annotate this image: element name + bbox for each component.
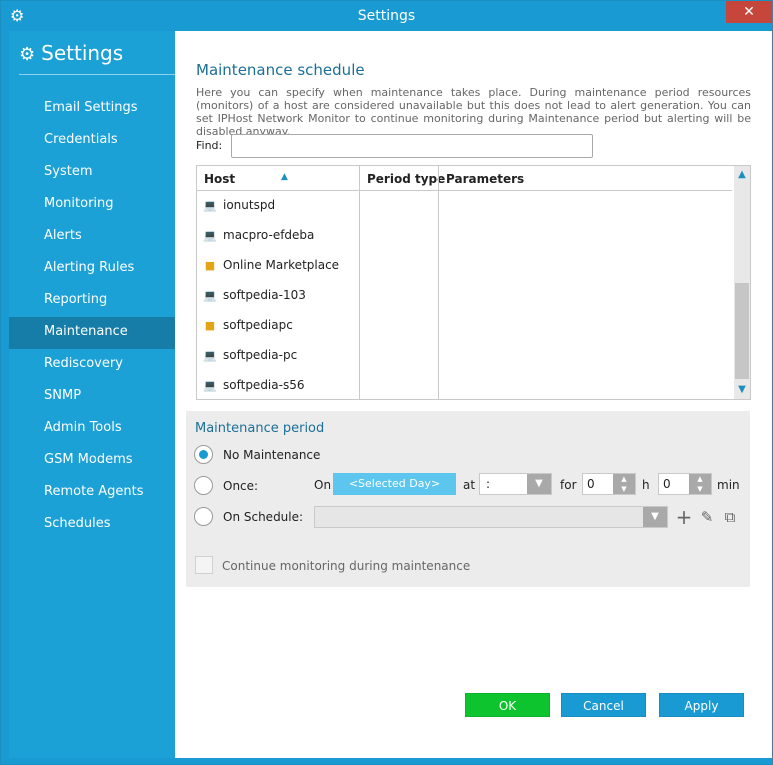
continue-monitoring-checkbox[interactable]	[195, 556, 213, 574]
page-title: Maintenance schedule	[196, 61, 365, 79]
scroll-up-icon[interactable]: ▲	[734, 168, 750, 182]
chevron-down-icon[interactable]: ▼	[643, 507, 667, 527]
radio-once[interactable]	[194, 476, 213, 495]
time-value: :	[486, 477, 491, 491]
radio-no-maintenance[interactable]	[194, 445, 213, 464]
table-row[interactable]: 💻 softpedia-s56	[203, 370, 304, 400]
sidebar-item-alerts[interactable]: Alerts	[9, 221, 175, 253]
selected-day-button[interactable]: <Selected Day>	[333, 473, 456, 495]
edit-icon[interactable]: ✎	[698, 506, 716, 528]
page-description: Here you can specify when maintenance ta…	[196, 86, 751, 138]
close-button[interactable]: ✕	[726, 1, 772, 23]
laptop-icon: 💻	[203, 199, 217, 212]
sidebar-item-reporting[interactable]: Reporting	[9, 285, 175, 317]
laptop-icon: 💻	[203, 289, 217, 302]
sidebar-item-rediscovery[interactable]: Rediscovery	[9, 349, 175, 381]
on-label: On	[314, 478, 332, 492]
minutes-value: 0	[663, 477, 671, 491]
schedule-select[interactable]: ▼	[314, 506, 668, 528]
laptop-icon: 💻	[203, 379, 217, 392]
continue-monitoring-label: Continue monitoring during maintenance	[222, 559, 471, 573]
sidebar-divider	[19, 74, 175, 75]
host-name: softpedia-pc	[223, 348, 298, 362]
find-label: Find:	[196, 139, 223, 152]
host-name: softpediapc	[223, 318, 293, 332]
main-content: Maintenance schedule Here you can specif…	[175, 31, 772, 758]
host-name: macpro-efdeba	[223, 228, 315, 242]
find-input[interactable]	[231, 134, 593, 158]
time-select[interactable]: : ▼	[479, 473, 552, 495]
no-maintenance-label: No Maintenance	[223, 448, 321, 462]
scroll-down-icon[interactable]: ▼	[734, 383, 750, 397]
host-table: Host ▲ Period type Parameters 💻 ionutspd 💻…	[196, 165, 751, 400]
apply-button[interactable]: Apply	[659, 693, 744, 717]
column-header-parameters[interactable]: Parameters	[446, 166, 524, 190]
header-divider	[197, 190, 732, 191]
vertical-scrollbar[interactable]: ▲ ▼	[734, 166, 750, 399]
chevron-down-icon[interactable]: ▼	[527, 474, 551, 494]
sidebar-item-alerting-rules[interactable]: Alerting Rules	[9, 253, 175, 285]
table-row[interactable]: ■ Online Marketplace	[203, 250, 339, 280]
hours-stepper[interactable]: 0 ▲ ▼	[582, 473, 636, 495]
hours-unit-label: h	[642, 478, 650, 492]
column-divider	[438, 166, 439, 399]
sidebar-item-snmp[interactable]: SNMP	[9, 381, 175, 413]
sidebar: ⚙ Settings Email Settings Credentials Sys…	[9, 31, 175, 758]
host-name: ionutspd	[223, 198, 276, 212]
box-icon: ■	[204, 319, 216, 332]
maintenance-period-title: Maintenance period	[195, 421, 325, 436]
column-header-period-type[interactable]: Period type	[367, 166, 445, 190]
title-bar: ⚙ Settings ✕	[1, 1, 772, 31]
minutes-unit-label: min	[717, 478, 740, 492]
gear-icon: ⚙	[19, 44, 36, 65]
sidebar-item-maintenance[interactable]: Maintenance	[9, 317, 175, 349]
laptop-icon: 💻	[203, 349, 217, 362]
host-name: Online Marketplace	[223, 258, 340, 272]
scroll-thumb[interactable]	[735, 283, 749, 379]
column-header-host[interactable]: Host ▲	[204, 166, 288, 190]
sort-ascending-icon: ▲	[281, 172, 288, 182]
table-row[interactable]: ■ softpediapc	[203, 310, 293, 340]
minutes-stepper[interactable]: 0 ▲ ▼	[658, 473, 712, 495]
sidebar-items: Email Settings Credentials System Monito…	[9, 93, 175, 541]
on-schedule-label: On Schedule:	[223, 510, 304, 524]
box-icon: ■	[204, 259, 216, 272]
sidebar-item-gsm-modems[interactable]: GSM Modems	[9, 445, 175, 477]
window-title: Settings	[357, 8, 416, 24]
sidebar-title: ⚙ Settings	[19, 41, 123, 65]
sidebar-item-admin-tools[interactable]: Admin Tools	[9, 413, 175, 445]
table-row[interactable]: 💻 macpro-efdeba	[203, 220, 314, 250]
column-divider	[359, 166, 360, 399]
sidebar-item-email-settings[interactable]: Email Settings	[9, 93, 175, 125]
add-icon[interactable]: +	[675, 506, 693, 528]
cancel-button[interactable]: Cancel	[561, 693, 646, 717]
table-row[interactable]: 💻 softpedia-pc	[203, 340, 297, 370]
sidebar-item-remote-agents[interactable]: Remote Agents	[9, 477, 175, 509]
stepper-arrows-icon[interactable]: ▲ ▼	[613, 474, 635, 494]
sidebar-item-schedules[interactable]: Schedules	[9, 509, 175, 541]
settings-window: ⚙ Settings ✕ ⚙ Settings Email Settings Cr…	[0, 0, 773, 765]
table-row[interactable]: 💻 ionutspd	[203, 190, 275, 220]
for-label: for	[560, 478, 577, 492]
laptop-icon: 💻	[203, 229, 217, 242]
sidebar-item-system[interactable]: System	[9, 157, 175, 189]
sidebar-item-credentials[interactable]: Credentials	[9, 125, 175, 157]
column-header-host-label: Host	[204, 172, 236, 186]
close-icon: ✕	[743, 4, 755, 20]
host-name: softpedia-s56	[223, 378, 305, 392]
maintenance-period-panel: Maintenance period No Maintenance Once: …	[186, 411, 750, 587]
host-name: softpedia-103	[223, 288, 306, 302]
table-row[interactable]: 💻 softpedia-103	[203, 280, 306, 310]
radio-on-schedule[interactable]	[194, 507, 213, 526]
ok-button[interactable]: OK	[465, 693, 550, 717]
stepper-arrows-icon[interactable]: ▲ ▼	[689, 474, 711, 494]
hours-value: 0	[587, 477, 595, 491]
copy-icon[interactable]: ⧉	[721, 506, 739, 528]
once-label: Once:	[223, 479, 259, 493]
at-label: at	[463, 478, 476, 492]
sidebar-item-monitoring[interactable]: Monitoring	[9, 189, 175, 221]
sidebar-title-label: Settings	[41, 41, 124, 65]
